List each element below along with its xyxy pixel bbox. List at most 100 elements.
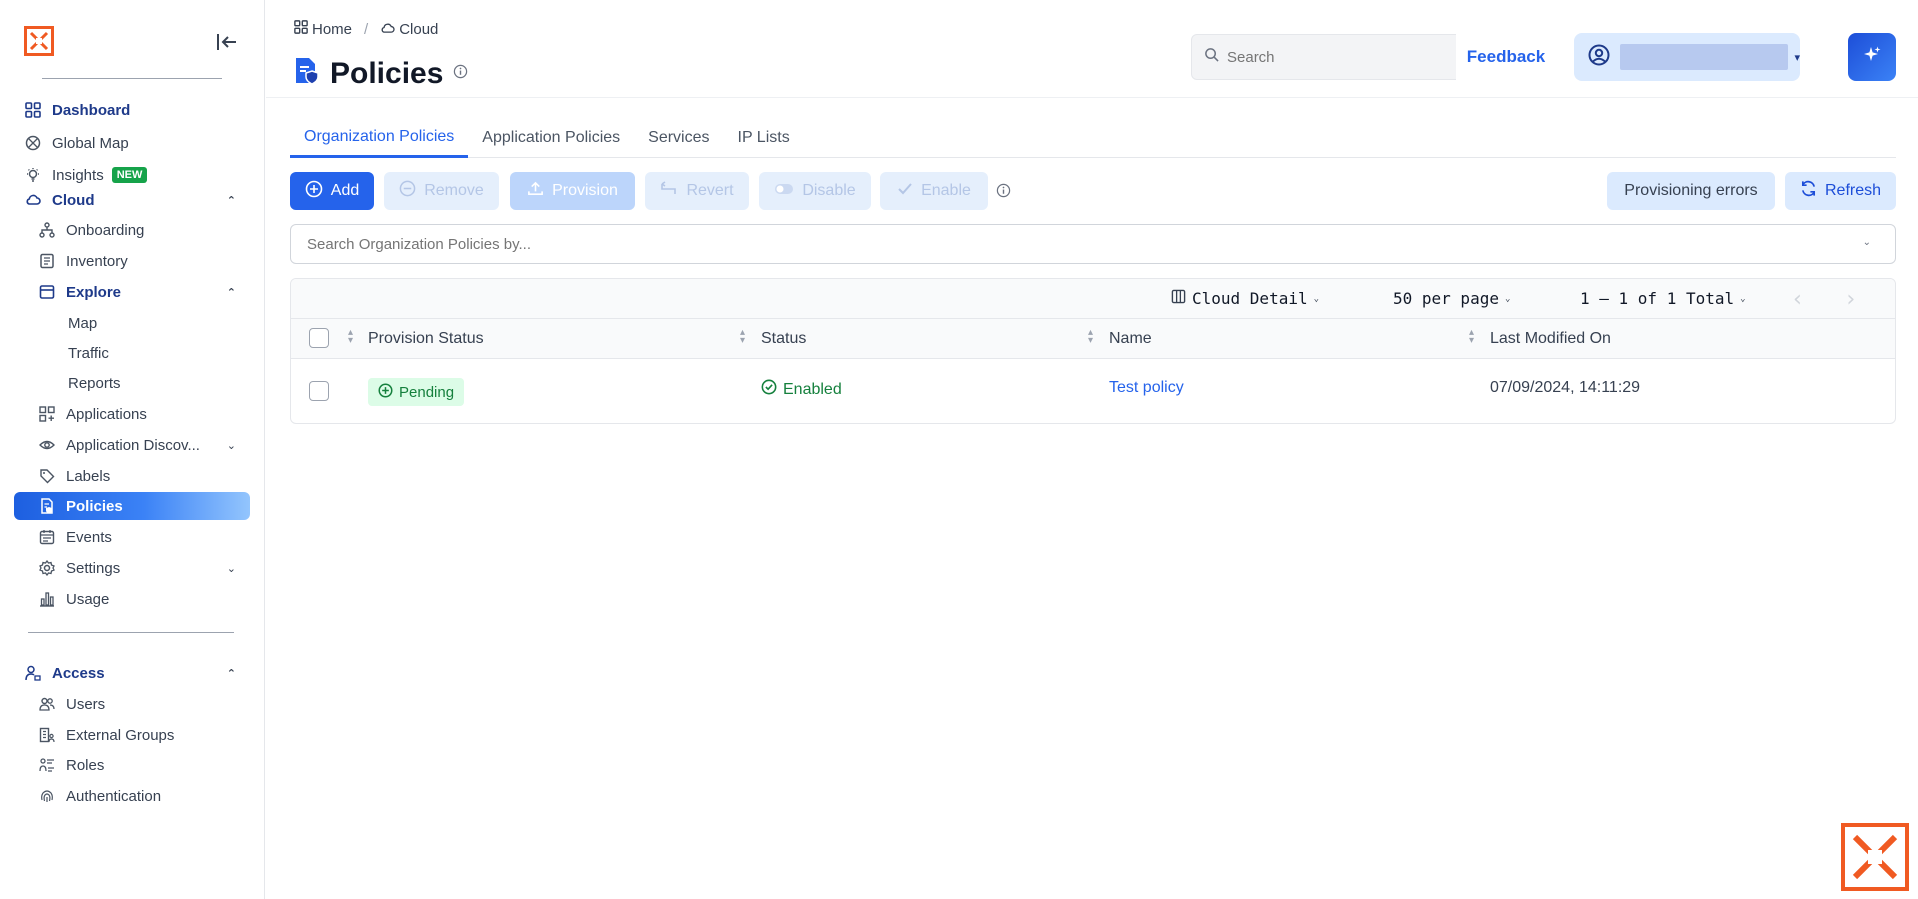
policy-icon: [294, 56, 320, 91]
sidebar-item-roles[interactable]: Roles: [14, 751, 250, 779]
sidebar-divider: [28, 632, 234, 633]
sidebar-item-insights[interactable]: Insights NEW: [14, 161, 250, 189]
row-checkbox[interactable]: [309, 381, 329, 401]
next-page-icon[interactable]: ›: [1844, 287, 1857, 312]
add-button[interactable]: Add: [290, 172, 374, 210]
sidebar-item-external-groups[interactable]: External Groups: [14, 721, 250, 749]
ai-assistant-button[interactable]: [1848, 33, 1896, 81]
feedback-button[interactable]: Feedback: [1456, 34, 1556, 80]
refresh-button[interactable]: Refresh: [1785, 172, 1896, 210]
policy-name-link[interactable]: Test policy: [1109, 379, 1184, 397]
remove-button[interactable]: Remove: [384, 172, 499, 210]
sidebar-item-users[interactable]: Users: [14, 690, 250, 718]
calendar-icon: [38, 528, 56, 546]
sort-icon[interactable]: ▴ ▾: [1469, 328, 1474, 346]
sparkle-icon: [1862, 45, 1882, 70]
eye-icon: [38, 436, 56, 454]
info-icon[interactable]: [996, 183, 1011, 203]
apps-icon: [38, 405, 56, 423]
tab-organization-policies[interactable]: Organization Policies: [290, 118, 469, 158]
page-title: Policies: [330, 56, 444, 90]
brand-logo[interactable]: [24, 26, 54, 56]
roles-icon: [38, 756, 56, 774]
sidebar-item-label: Global Map: [52, 134, 129, 152]
sidebar-item-events[interactable]: Events: [14, 523, 250, 551]
sidebar-item-authentication[interactable]: Authentication: [14, 782, 250, 810]
brand-logo[interactable]: [1841, 823, 1909, 891]
sidebar-item-dashboard[interactable]: Dashboard: [14, 96, 250, 124]
sidebar-item-inventory[interactable]: Inventory: [14, 247, 250, 275]
select-all-checkbox[interactable]: [309, 328, 329, 348]
sidebar-item-settings[interactable]: Settings ⌄: [14, 554, 250, 582]
pagination-range[interactable]: 1 – 1 of 1 Total ⌄: [1580, 289, 1746, 308]
policy-filter[interactable]: ⌄: [290, 224, 1896, 264]
tab-ip-lists[interactable]: IP Lists: [724, 118, 804, 158]
sidebar-item-label: Applications: [66, 405, 147, 423]
breadcrumb-label: Home: [312, 20, 353, 38]
chevron-up-icon: ⌃: [226, 667, 236, 680]
sidebar-item-labels[interactable]: Labels: [14, 462, 250, 490]
sidebar-item-usage[interactable]: Usage: [14, 585, 250, 613]
column-header[interactable]: Status: [761, 330, 806, 348]
global-search[interactable]: [1191, 34, 1481, 80]
sidebar-item-label: Users: [66, 695, 106, 713]
sidebar-item-label: Traffic: [68, 344, 109, 362]
sidebar-item-onboarding[interactable]: Onboarding: [14, 216, 250, 244]
hierarchy-icon: [38, 221, 56, 239]
sidebar-item-label: Labels: [66, 467, 111, 485]
provision-button[interactable]: Provision: [510, 172, 635, 210]
sidebar-item-map[interactable]: Map: [14, 309, 250, 337]
fingerprint-icon: [38, 787, 56, 805]
tab-services[interactable]: Services: [634, 118, 723, 158]
box-icon: [38, 283, 56, 301]
sidebar-item-global-map[interactable]: Global Map: [14, 129, 250, 157]
sort-icon[interactable]: ▴ ▾: [348, 328, 353, 346]
column-header[interactable]: Last Modified On: [1490, 330, 1611, 348]
chevron-down-icon: ⌄: [1740, 293, 1746, 304]
search-input[interactable]: [1227, 48, 1467, 66]
chevron-down-icon[interactable]: ⌄: [1863, 237, 1871, 248]
column-header[interactable]: Name: [1109, 330, 1152, 348]
info-icon[interactable]: [453, 64, 468, 84]
sidebar-item-explore[interactable]: Explore ⌃: [14, 278, 250, 306]
provision-status-label: Pending: [399, 383, 455, 401]
page-title-wrap: Policies: [294, 56, 468, 91]
globe-icon: [24, 134, 42, 152]
sidebar-item-label: Settings: [66, 559, 121, 577]
collapse-sidebar-icon[interactable]: [214, 30, 240, 54]
enable-button[interactable]: Enable: [880, 172, 988, 210]
sort-icon[interactable]: ▴ ▾: [1088, 328, 1093, 346]
sidebar-item-application-discovery[interactable]: Application Discov... ⌄: [14, 431, 250, 459]
column-view-selector[interactable]: Cloud Detail ⌄: [1171, 289, 1319, 308]
sidebar-item-label: Insights: [52, 166, 104, 184]
sidebar-item-label: Dashboard: [52, 101, 131, 119]
per-page-selector[interactable]: 50 per page ⌄: [1393, 289, 1510, 308]
user-lock-icon: [24, 664, 42, 682]
sidebar-item-access[interactable]: Access ⌃: [14, 659, 250, 687]
range-label: 1 – 1 of 1 Total: [1580, 289, 1735, 308]
table-row[interactable]: Pending Enabled Test policy 07/09/2024, …: [291, 359, 1895, 423]
breadcrumb-separator: /: [364, 20, 369, 38]
sidebar-item-applications[interactable]: Applications: [14, 400, 250, 428]
breadcrumb-cloud[interactable]: Cloud: [380, 21, 438, 38]
provisioning-errors-button[interactable]: Provisioning errors: [1607, 172, 1775, 210]
page-header: Home / Cloud Policies Feedback ▾: [266, 0, 1918, 98]
check-circle-icon: [761, 379, 777, 400]
sidebar-item-cloud[interactable]: Cloud ⌃: [14, 186, 250, 214]
tab-application-policies[interactable]: Application Policies: [468, 118, 634, 158]
filter-input[interactable]: [307, 235, 1807, 253]
sidebar-item-reports[interactable]: Reports: [14, 369, 250, 397]
table-header: ▴ ▾ Provision Status ▴ ▾ Status ▴ ▾ Name ▴ ▾…: [291, 319, 1895, 359]
disable-button[interactable]: Disable: [759, 172, 871, 210]
sidebar-item-label: Application Discov...: [66, 436, 200, 454]
revert-button[interactable]: Revert: [645, 172, 749, 210]
breadcrumb-home[interactable]: Home: [294, 20, 352, 38]
column-header[interactable]: Provision Status: [368, 330, 484, 348]
bar-chart-icon: [38, 590, 56, 608]
user-menu-button[interactable]: ▾: [1574, 33, 1800, 81]
sort-icon[interactable]: ▴ ▾: [740, 328, 745, 346]
sidebar-item-policies[interactable]: Policies: [14, 492, 250, 520]
enable-label: Enable: [921, 182, 971, 199]
prev-page-icon[interactable]: ‹: [1791, 287, 1804, 312]
sidebar-item-traffic[interactable]: Traffic: [14, 339, 250, 367]
